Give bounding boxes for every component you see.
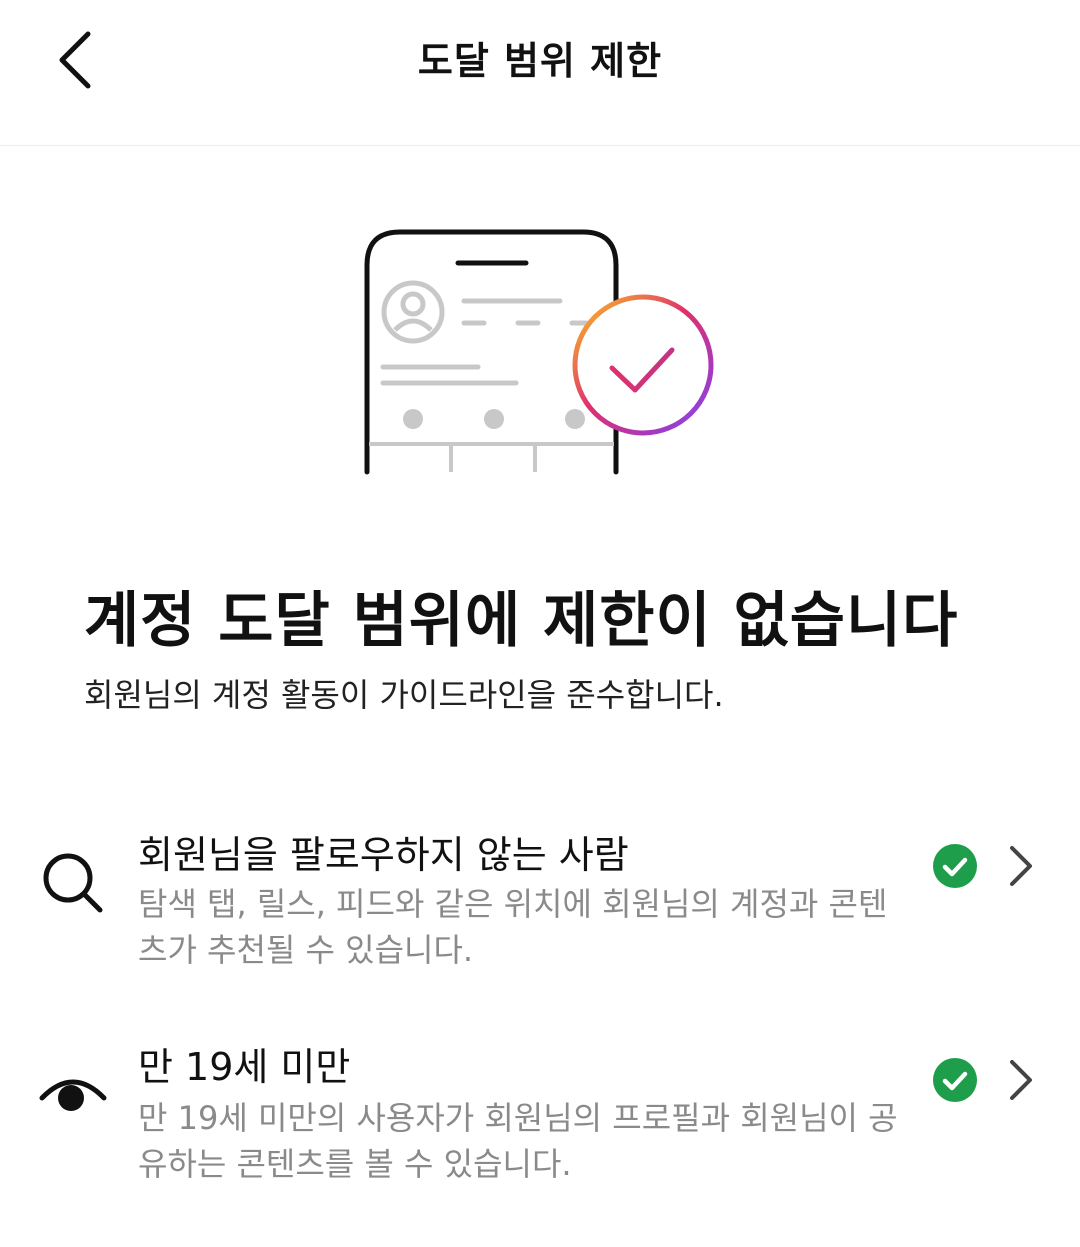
chevron-right-icon[interactable] <box>1004 1057 1038 1103</box>
item-title: 회원님을 팔로우하지 않는 사람 <box>138 833 629 877</box>
status-heading: 계정 도달 범위에 제한이 없습니다 <box>84 586 959 656</box>
check-circle-icon <box>933 1058 977 1102</box>
list-item-under-19[interactable]: 만 19세 미만 만 19세 미만의 사용자가 회원님의 프로필과 회원님이 공… <box>0 1024 1080 1194</box>
search-icon <box>43 853 103 913</box>
top-bar: 도달 범위 제한 <box>0 0 1080 146</box>
list-item-non-followers[interactable]: 회원님을 팔로우하지 않는 사람 탐색 탭, 릴스, 피드와 같은 위치에 회원… <box>0 810 1080 980</box>
item-title: 만 19세 미만 <box>138 1045 351 1089</box>
eye-icon <box>39 1079 107 1111</box>
page-title: 도달 범위 제한 <box>417 39 663 83</box>
check-circle-icon <box>933 844 977 888</box>
status-subtitle: 회원님의 계정 활동이 가이드라인을 준수합니다. <box>84 676 724 714</box>
item-description: 만 19세 미만의 사용자가 회원님의 프로필과 회원님이 공유하는 콘텐츠를 … <box>138 1099 898 1183</box>
item-description: 탐색 탭, 릴스, 피드와 같은 위치에 회원님의 계정과 콘텐츠가 추천될 수… <box>138 885 888 969</box>
phone-profile-check-illustration <box>350 220 730 490</box>
chevron-right-icon[interactable] <box>1004 843 1038 889</box>
